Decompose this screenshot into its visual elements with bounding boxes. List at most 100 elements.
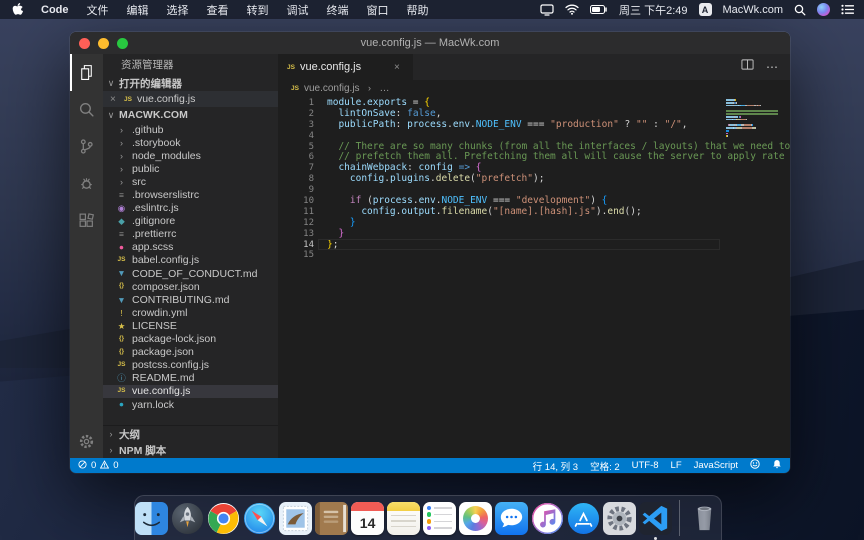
- statusbar-item[interactable]: UTF-8: [632, 460, 659, 471]
- activitybar-debug-icon[interactable]: [70, 165, 103, 202]
- close-icon[interactable]: ×: [110, 94, 119, 105]
- breadcrumb-more[interactable]: …: [380, 83, 390, 94]
- npm-scripts-section[interactable]: › NPM 脚本: [103, 442, 278, 458]
- menu-item[interactable]: 文件: [78, 2, 118, 18]
- close-tab-icon[interactable]: ×: [394, 62, 403, 73]
- tree-item-src[interactable]: ›src: [103, 175, 278, 188]
- code-line-3[interactable]: 3 publicPath: process.env.NODE_ENV === "…: [278, 120, 790, 131]
- tree-item-package.json[interactable]: {}package.json: [103, 346, 278, 359]
- root-folder-section[interactable]: ∨ MACWK.COM: [103, 107, 278, 123]
- more-actions-icon[interactable]: ⋯: [766, 60, 779, 74]
- activitybar-settings-icon[interactable]: [70, 424, 103, 458]
- statusbar-item[interactable]: JavaScript: [694, 460, 738, 471]
- tree-item-CODE_OF_CONDUCT.md[interactable]: ▼CODE_OF_CONDUCT.md: [103, 267, 278, 280]
- json-file-icon: {}: [116, 349, 127, 356]
- menu-item[interactable]: 窗口: [358, 2, 398, 18]
- dock-app-store-icon[interactable]: [566, 501, 600, 536]
- code-editor[interactable]: 1module.exports = {2 lintOnSave: false,3…: [278, 96, 790, 458]
- dock-contacts-icon[interactable]: [315, 501, 349, 536]
- tree-item-crowdin.yml[interactable]: !crowdin.yml: [103, 306, 278, 319]
- menu-item[interactable]: 调试: [278, 2, 318, 18]
- dock-calendar-icon[interactable]: 14: [351, 501, 385, 536]
- menu-item[interactable]: 终端: [318, 2, 358, 18]
- minimize-window-button[interactable]: [98, 38, 109, 49]
- tree-item-postcss.config.js[interactable]: JSpostcss.config.js: [103, 359, 278, 372]
- statusbar-item[interactable]: LF: [671, 460, 682, 471]
- tree-item-node_modules[interactable]: ›node_modules: [103, 149, 278, 162]
- dock-finder-icon[interactable]: [135, 501, 169, 536]
- tree-item-CONTRIBUTING.md[interactable]: ▼CONTRIBUTING.md: [103, 293, 278, 306]
- statusbar-item[interactable]: 行 14, 列 3: [533, 459, 578, 473]
- problems-status[interactable]: 0 0: [78, 460, 119, 472]
- activitybar-source-control-icon[interactable]: [70, 128, 103, 165]
- dock-chrome-icon[interactable]: [207, 501, 241, 536]
- split-editor-icon[interactable]: [741, 58, 754, 76]
- notifications-bell-icon[interactable]: [772, 459, 782, 472]
- input-source-icon[interactable]: A: [699, 3, 712, 16]
- statusbar-item[interactable]: 空格: 2: [590, 459, 620, 473]
- tree-item-.github[interactable]: ›.github: [103, 123, 278, 136]
- dock-photos-icon[interactable]: [458, 501, 492, 536]
- menu-item[interactable]: 查看: [198, 2, 238, 18]
- feedback-smiley-icon[interactable]: [750, 459, 760, 472]
- tree-item-.prettierrc[interactable]: ≡.prettierrc: [103, 228, 278, 241]
- tree-item-README.md[interactable]: ⓘREADME.md: [103, 372, 278, 385]
- apple-menu-icon[interactable]: [12, 3, 24, 16]
- window-titlebar[interactable]: vue.config.js — MacWk.com: [70, 32, 790, 54]
- menu-app-name[interactable]: Code: [32, 4, 78, 16]
- activitybar-extensions-icon[interactable]: [70, 202, 103, 239]
- open-editors-section[interactable]: ∨ 打开的编辑器: [103, 75, 278, 91]
- dock-mail-icon[interactable]: [279, 501, 313, 536]
- tree-item-.browserslistrc[interactable]: ≡.browserslistrc: [103, 188, 278, 201]
- minimap[interactable]: [726, 99, 780, 140]
- minimap-line: [726, 105, 780, 107]
- battery-icon[interactable]: [590, 5, 608, 14]
- notification-center-icon[interactable]: [841, 4, 854, 15]
- code-line-14[interactable]: 14};: [278, 240, 790, 251]
- code-line-15[interactable]: 15: [278, 250, 790, 261]
- tree-item-yarn.lock[interactable]: ●yarn.lock: [103, 398, 278, 411]
- wifi-icon[interactable]: [565, 4, 579, 15]
- tree-item-package-lock.json[interactable]: {}package-lock.json: [103, 333, 278, 346]
- search-icon[interactable]: [794, 4, 806, 16]
- open-editor-item[interactable]: × JS vue.config.js: [103, 91, 278, 107]
- tree-item-.eslintrc.js[interactable]: ◉.eslintrc.js: [103, 202, 278, 215]
- tree-item-label: .github: [132, 124, 164, 136]
- activitybar-explorer-icon[interactable]: [70, 54, 103, 91]
- dock-reminders-icon[interactable]: [423, 501, 457, 536]
- dock-trash-icon[interactable]: [687, 501, 721, 536]
- menu-item[interactable]: 帮助: [398, 2, 438, 18]
- menu-item[interactable]: 选择: [158, 2, 198, 18]
- tree-item-.gitignore[interactable]: ◆.gitignore: [103, 215, 278, 228]
- dock-notes-icon[interactable]: [387, 501, 421, 536]
- menu-item[interactable]: 编辑: [118, 2, 158, 18]
- outline-section[interactable]: › 大纲: [103, 426, 278, 442]
- close-window-button[interactable]: [79, 38, 90, 49]
- breadcrumb-filename[interactable]: vue.config.js: [304, 83, 360, 94]
- zoom-window-button[interactable]: [117, 38, 128, 49]
- dock-system-preferences-icon[interactable]: [602, 501, 636, 536]
- dock-safari-icon[interactable]: [243, 501, 277, 536]
- activitybar-search-icon[interactable]: [70, 91, 103, 128]
- breadcrumb[interactable]: JS vue.config.js › …: [278, 80, 790, 96]
- code-line-12[interactable]: 12 }: [278, 218, 790, 229]
- dock-messages-icon[interactable]: [494, 501, 528, 536]
- menu-clock[interactable]: 周三 下午2:49: [619, 2, 687, 18]
- menu-account[interactable]: MacWk.com: [723, 4, 784, 16]
- code-line-8[interactable]: 8 config.plugins.delete("prefetch");: [278, 174, 790, 185]
- siri-icon[interactable]: [817, 3, 830, 16]
- dock-music-icon[interactable]: [530, 501, 564, 536]
- dock-divider: [679, 500, 680, 536]
- tree-item-composer.json[interactable]: {}composer.json: [103, 280, 278, 293]
- tree-item-babel.config.js[interactable]: JSbabel.config.js: [103, 254, 278, 267]
- menu-item[interactable]: 转到: [238, 2, 278, 18]
- tree-item-.storybook[interactable]: ›.storybook: [103, 136, 278, 149]
- tree-item-vue.config.js[interactable]: JSvue.config.js: [103, 385, 278, 398]
- dock-launchpad-icon[interactable]: [171, 501, 205, 536]
- tab-vue-config[interactable]: JS vue.config.js ×: [278, 54, 413, 80]
- tree-item-app.scss[interactable]: ●app.scss: [103, 241, 278, 254]
- tree-item-LICENSE[interactable]: ★LICENSE: [103, 319, 278, 332]
- dock-vscode-icon[interactable]: [638, 501, 672, 536]
- tree-item-public[interactable]: ›public: [103, 162, 278, 175]
- display-icon[interactable]: [540, 4, 554, 16]
